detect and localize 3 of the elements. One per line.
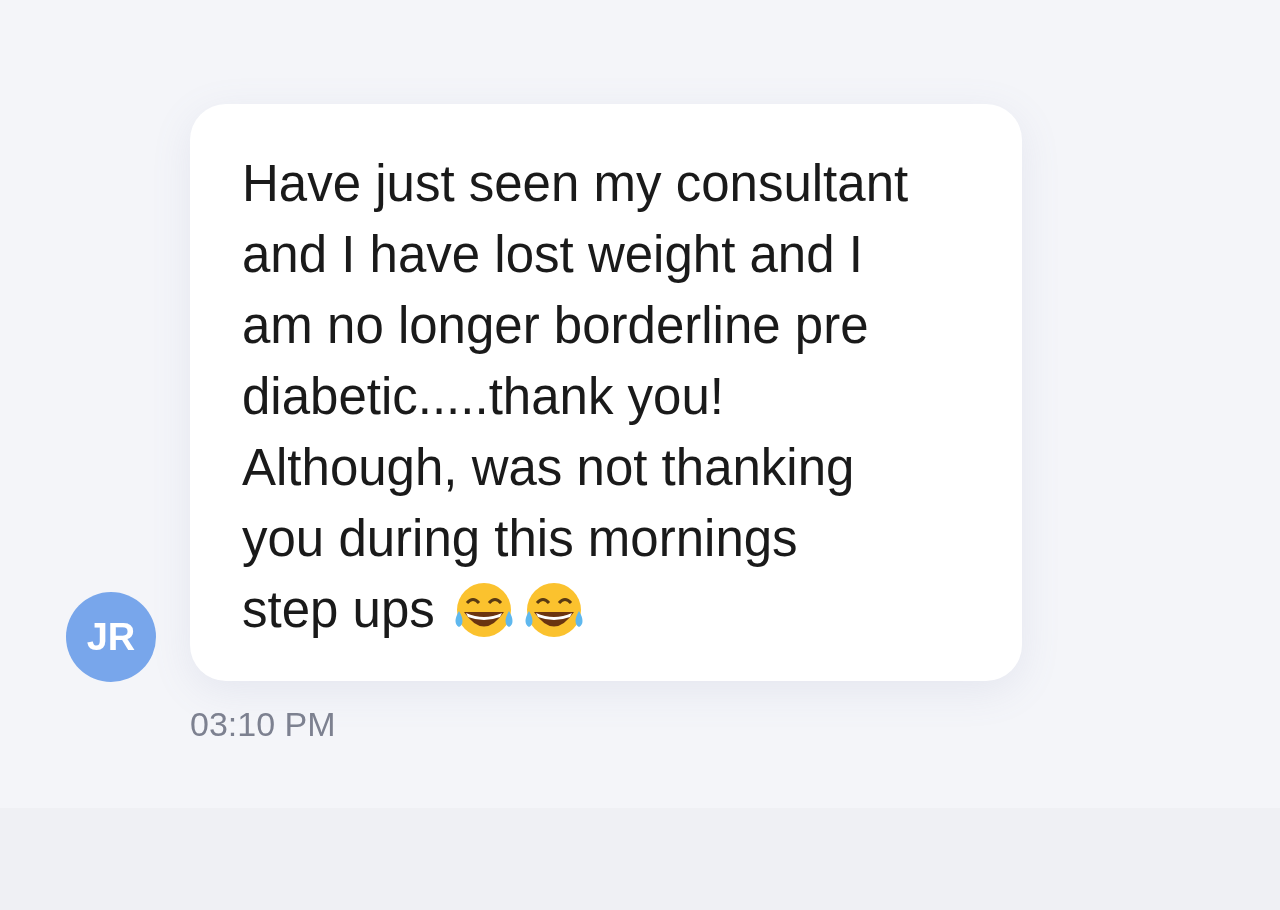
- message-text: step ups: [242, 580, 435, 640]
- avatar: JR: [66, 592, 156, 682]
- message-time: 03:10 PM: [190, 704, 337, 745]
